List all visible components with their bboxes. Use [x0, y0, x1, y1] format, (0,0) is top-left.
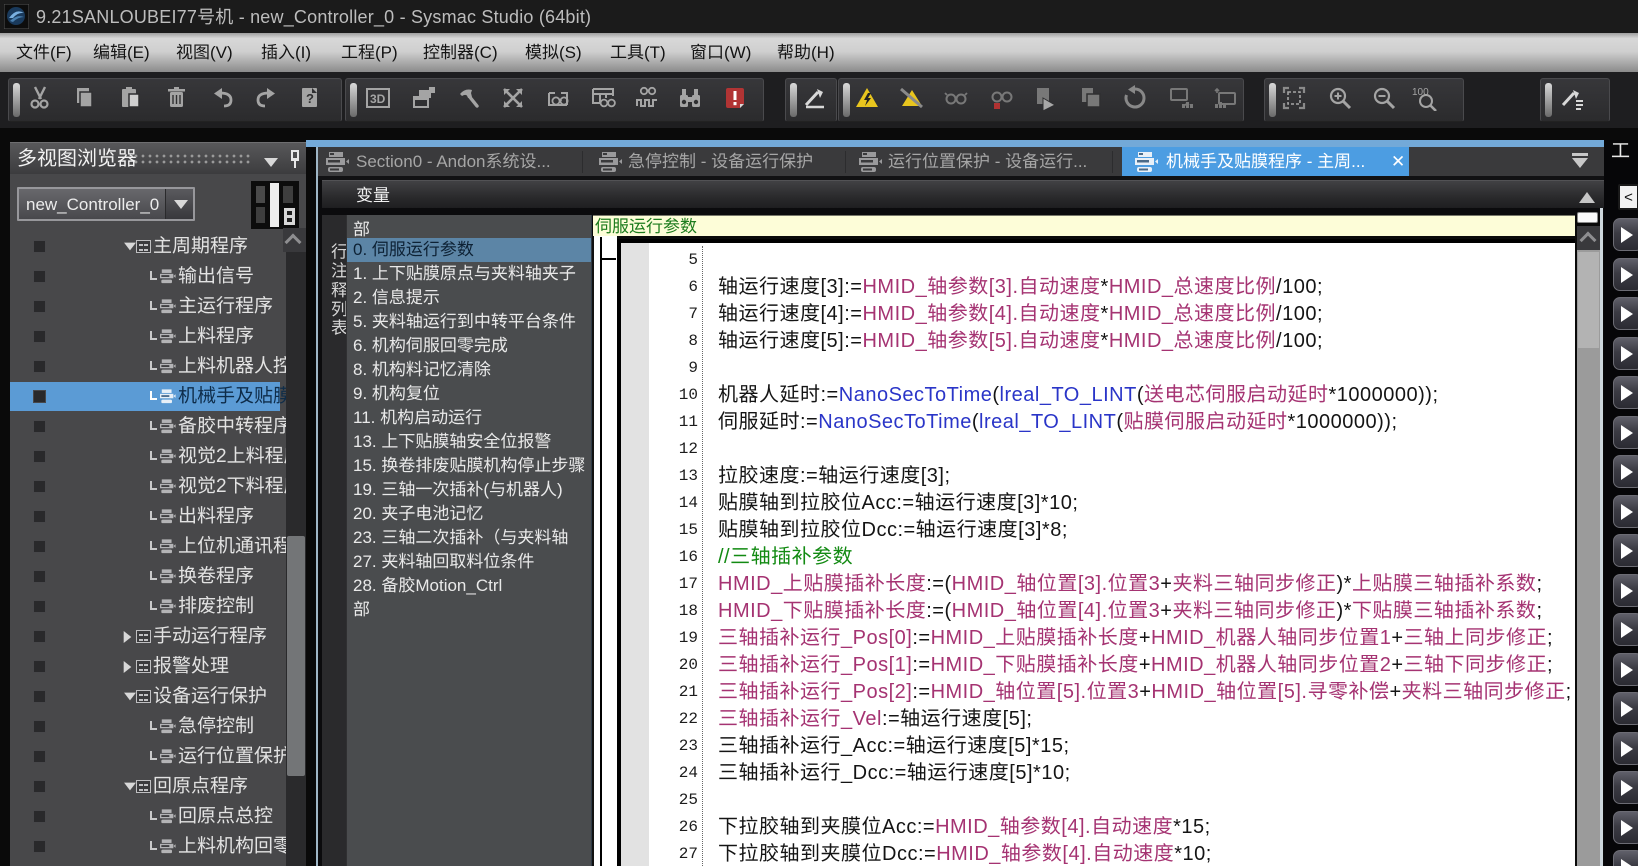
svg-text:?: ?	[306, 91, 314, 106]
svg-text:100: 100	[1412, 87, 1429, 98]
svg-text:3D: 3D	[370, 92, 386, 106]
